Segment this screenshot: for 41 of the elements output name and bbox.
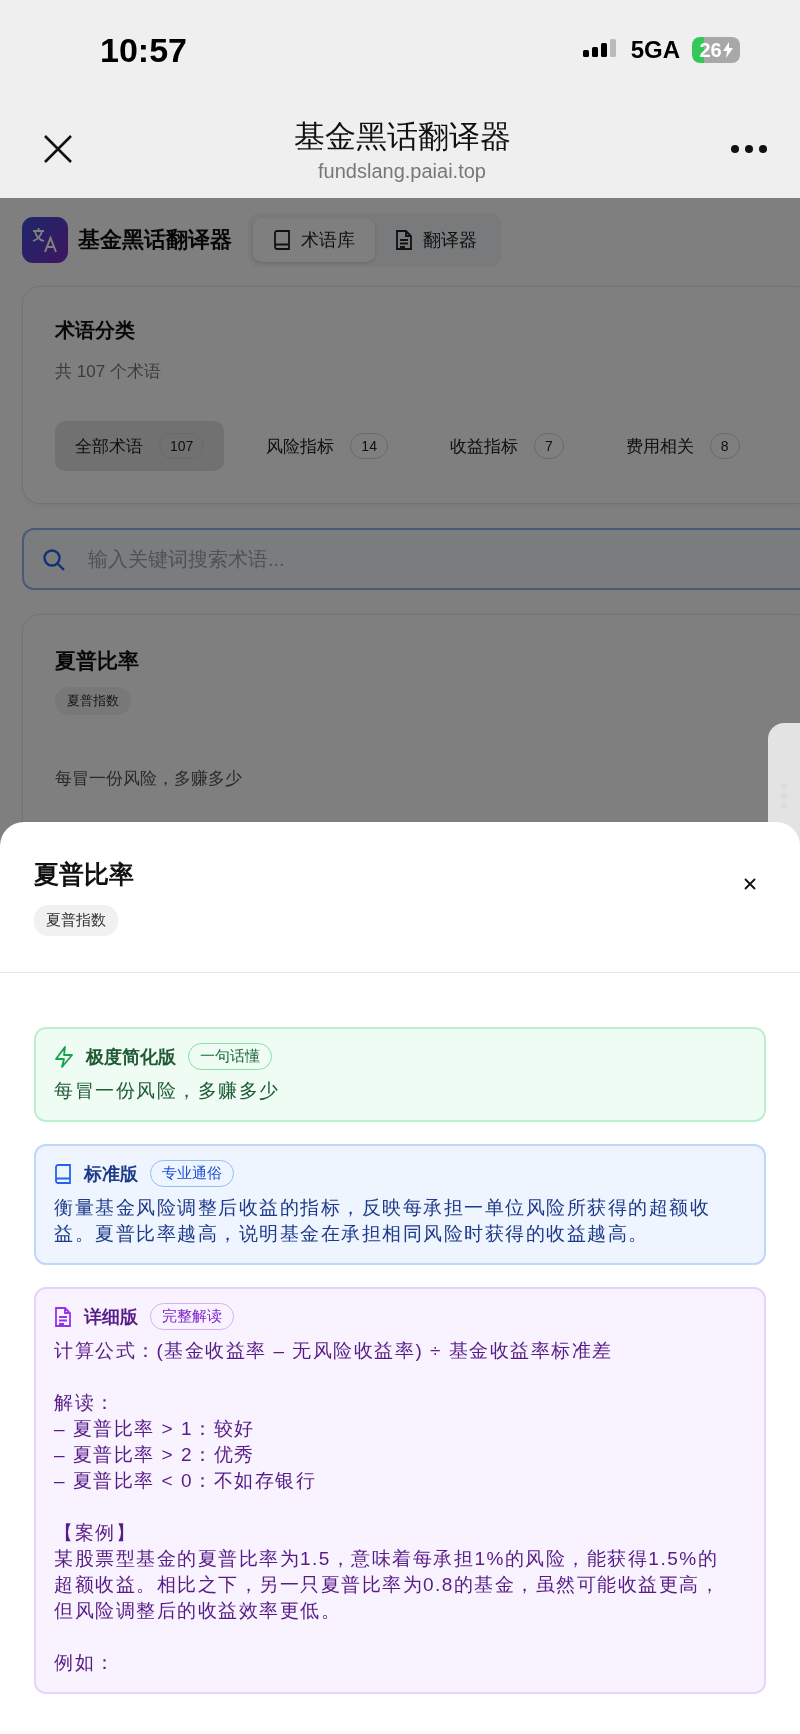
app-title: 基金黑话翻译器 xyxy=(78,226,232,254)
panel-title: 极度简化版 xyxy=(86,1045,176,1069)
nav-tab[interactable]: 术语库 xyxy=(253,218,375,262)
panel-text: 例如： xyxy=(54,1651,117,1675)
panel-text: – 夏普比率 < 0：不如存银行 xyxy=(54,1469,318,1493)
term-tag: 夏普指数 xyxy=(55,687,131,715)
category-chip[interactable]: 全部术语 107 xyxy=(55,421,225,471)
lightning-icon xyxy=(54,1045,74,1068)
network-label: 5GA xyxy=(630,36,680,64)
panel-text: 衡量基金风险调整后收益的指标，反映每承担一单位风险所获得的超额收益。夏普比率越高，说明基金在承担相同风险时获得的收益越高。 xyxy=(54,1196,711,1246)
panel-title: 标准版 xyxy=(84,1162,138,1186)
panel-text: 【案例】 xyxy=(54,1521,137,1545)
term-summary: 每冒一份风险，多赚多少 xyxy=(55,768,243,790)
panel-text: – 夏普比率 > 1：较好 xyxy=(54,1417,256,1441)
term-tag: 夏普指数 xyxy=(34,905,118,936)
page-title: 基金黑话翻译器 xyxy=(293,117,511,156)
category-chip[interactable]: 收益指标 7 xyxy=(429,421,584,471)
term-title: 夏普比率 xyxy=(55,648,140,674)
book-icon xyxy=(54,1163,72,1184)
panel-text: 计算公式：(基金收益率 – 无风险收益率) ÷ 基金收益率标准差 xyxy=(54,1339,614,1363)
section-title: 术语分类 xyxy=(55,318,136,343)
document-icon xyxy=(395,230,413,250)
category-chip[interactable]: 费用相关 8 xyxy=(605,421,760,471)
nav-tab[interactable]: 翻译器 xyxy=(375,218,497,262)
more-icon[interactable] xyxy=(730,144,768,154)
category-chip[interactable]: 风险指标 14 xyxy=(246,421,408,471)
term-count: 共 107 个术语 xyxy=(55,361,162,383)
panel-text: – 夏普比率 > 2：优秀 xyxy=(54,1443,256,1467)
panel-title: 详细版 xyxy=(84,1305,138,1329)
page-url: fundslang.paiai.top xyxy=(318,159,486,183)
book-icon xyxy=(273,230,291,250)
sheet-title: 夏普比率 xyxy=(34,859,134,890)
panel-text: 某股票型基金的夏普比率为1.5，意味着每承担1%的风险，能获得1.5%的超额收益。相比之下，另一只夏普比率为0.8的基金，虽然可能收益更高，但风险调整后的收益效率更低。 xyxy=(54,1547,722,1623)
search-icon xyxy=(42,548,66,572)
panel-text: 解读： xyxy=(54,1391,117,1415)
close-icon[interactable] xyxy=(744,878,756,890)
close-icon[interactable] xyxy=(42,133,74,165)
document-icon xyxy=(54,1306,72,1327)
translate-logo-icon xyxy=(22,217,68,263)
status-time: 10:57 xyxy=(100,30,187,70)
panel-text: 每冒一份风险，多赚多少 xyxy=(54,1079,281,1103)
